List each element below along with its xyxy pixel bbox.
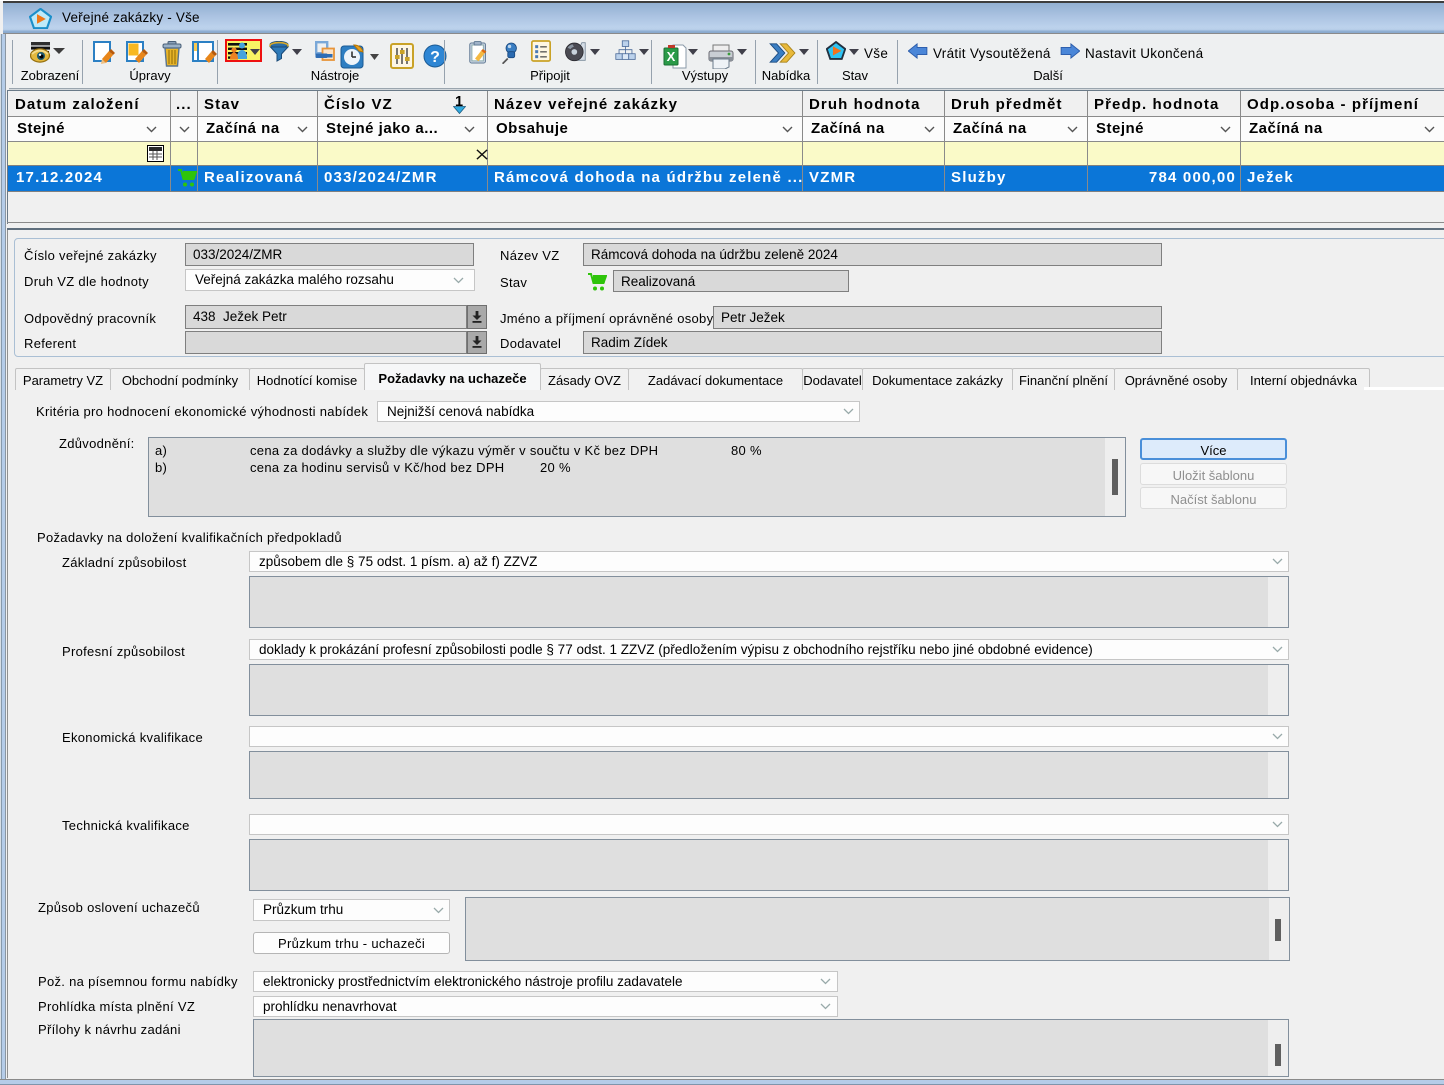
svg-text:?: ? xyxy=(430,49,440,66)
svg-text:X: X xyxy=(667,49,676,64)
